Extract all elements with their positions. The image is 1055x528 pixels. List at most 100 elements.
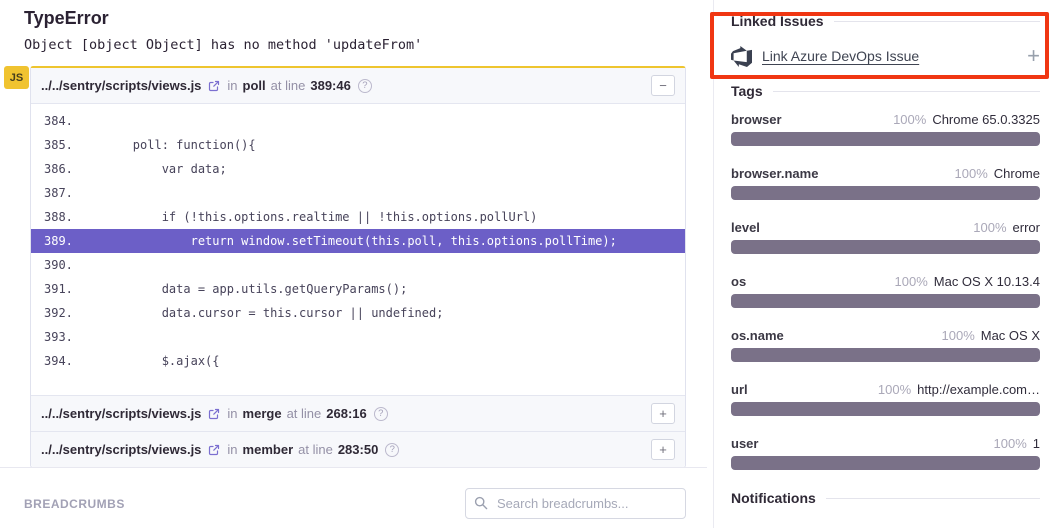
code-line: 386. var data; [31, 157, 685, 181]
frame-file-link[interactable]: ../../sentry/scripts/views.js [41, 442, 201, 457]
search-icon [474, 496, 488, 515]
tag-value: Mac OS X [981, 328, 1040, 343]
code-text: poll: function(){ [75, 133, 256, 157]
tag-value: Chrome 65.0.3325 [932, 112, 1040, 127]
tag-key: os [731, 274, 746, 289]
stack-frame-row[interactable]: ../../sentry/scripts/views.js in merge a… [31, 395, 685, 431]
frame-function: merge [243, 406, 282, 421]
sidebar: Linked Issues Link Azure DevOps Issue + … [731, 13, 1040, 506]
frame-in-label: in [227, 78, 237, 93]
breadcrumbs-section: BREADCRUMBS [24, 488, 686, 519]
collapsed-frames: ../../sentry/scripts/views.js in merge a… [31, 395, 685, 467]
tag-row: os.name 100%Mac OS X [731, 328, 1040, 343]
code-line: 390. [31, 253, 685, 277]
tag-stats: 100% 1 [994, 436, 1040, 451]
help-icon[interactable]: ? [358, 79, 372, 93]
tag-key: level [731, 220, 760, 235]
line-number: 389. [31, 229, 75, 253]
tags-list: browser 100%Chrome 65.0.3325 browser.nam… [731, 112, 1040, 470]
tag-stats: 100%Mac OS X [942, 328, 1041, 343]
azure-devops-icon [731, 46, 752, 67]
line-number: 387. [31, 181, 75, 205]
tag-value: Mac OS X 10.13.4 [934, 274, 1040, 289]
frame-in-label: in [227, 406, 237, 421]
tag-item: browser 100%Chrome 65.0.3325 [731, 112, 1040, 146]
code-text: $.ajax({ [75, 349, 220, 373]
stack-frame-row[interactable]: ../../sentry/scripts/views.js in member … [31, 431, 685, 467]
code-line: 384. [31, 109, 685, 133]
link-azure-devops-issue-link[interactable]: Link Azure DevOps Issue [762, 48, 919, 64]
expand-frame-button[interactable]: + [651, 439, 675, 460]
tag-key: url [731, 382, 748, 397]
code-text: data = app.utils.getQueryParams(); [75, 277, 407, 301]
section-divider [0, 467, 707, 468]
tag-stats: 100% error [973, 220, 1040, 235]
tag-stats: 100%Chrome 65.0.3325 [893, 112, 1040, 127]
external-link-icon[interactable] [208, 408, 220, 420]
external-link-icon[interactable] [208, 444, 220, 456]
tag-value: 1 [1033, 436, 1040, 451]
code-line: 385. poll: function(){ [31, 133, 685, 157]
stack-trace-panel: JS ../../sentry/scripts/views.js in poll… [30, 66, 686, 468]
tag-distribution-bar[interactable] [731, 294, 1040, 308]
line-number: 388. [31, 205, 75, 229]
code-line: 391. data = app.utils.getQueryParams(); [31, 277, 685, 301]
notifications-heading: Notifications [731, 490, 1040, 506]
tag-key: browser.name [731, 166, 818, 181]
tag-row: user 100%1 [731, 436, 1040, 451]
code-line: 387. [31, 181, 685, 205]
code-line: 394. $.ajax({ [31, 349, 685, 373]
tag-distribution-bar[interactable] [731, 132, 1040, 146]
help-icon[interactable]: ? [374, 407, 388, 421]
tag-item: url 100%http://example.com… [731, 382, 1040, 416]
tag-row: level 100% error [731, 220, 1040, 235]
tag-distribution-bar[interactable] [731, 348, 1040, 362]
tag-distribution-bar[interactable] [731, 402, 1040, 416]
line-number: 393. [31, 325, 75, 349]
code-text: return window.setTimeout(this.poll, this… [75, 229, 617, 253]
tag-distribution-bar[interactable] [731, 240, 1040, 254]
help-icon[interactable]: ? [385, 443, 399, 457]
tag-item: os 100% Mac OS X 10.13.4 [731, 274, 1040, 308]
heading-rule [773, 91, 1040, 92]
tag-percent: 100% [994, 436, 1027, 451]
tag-value: Chrome [994, 166, 1040, 181]
linked-issues-row: Link Azure DevOps Issue + [731, 44, 1040, 68]
error-message: Object [object Object] has no method 'up… [24, 37, 422, 53]
expand-frame-button[interactable]: + [651, 403, 675, 424]
tag-value: error [1013, 220, 1040, 235]
breadcrumbs-heading: BREADCRUMBS [24, 497, 125, 511]
line-number: 386. [31, 157, 75, 181]
frame-lineno: 283:50 [338, 442, 378, 457]
line-number: 391. [31, 277, 75, 301]
stack-frame-header[interactable]: ../../sentry/scripts/views.js in poll at… [31, 68, 685, 104]
tag-item: level 100% error [731, 220, 1040, 254]
tag-row: os 100% Mac OS X 10.13.4 [731, 274, 1040, 289]
line-number: 392. [31, 301, 75, 325]
frame-at-label: at line [271, 78, 306, 93]
tag-distribution-bar[interactable] [731, 186, 1040, 200]
tag-stats: 100% Mac OS X 10.13.4 [895, 274, 1040, 289]
tag-percent: 100% [895, 274, 928, 289]
external-link-icon[interactable] [208, 80, 220, 92]
tags-title: Tags [731, 83, 763, 99]
breadcrumbs-search [465, 488, 686, 519]
frame-file-link[interactable]: ../../sentry/scripts/views.js [41, 406, 201, 421]
frame-lineno: 268:16 [326, 406, 366, 421]
code-line: 388. if (!this.options.realtime || !this… [31, 205, 685, 229]
tag-distribution-bar[interactable] [731, 456, 1040, 470]
tag-key: os.name [731, 328, 784, 343]
line-number: 385. [31, 133, 75, 157]
tag-percent: 100% [878, 382, 911, 397]
collapse-frame-button[interactable]: − [651, 75, 675, 96]
line-number: 384. [31, 109, 75, 133]
code-line: 392. data.cursor = this.cursor || undefi… [31, 301, 685, 325]
tag-percent: 100% [973, 220, 1006, 235]
add-linked-issue-button[interactable]: + [1027, 45, 1040, 67]
code-text: if (!this.options.realtime || !this.opti… [75, 205, 537, 229]
frame-file-link[interactable]: ../../sentry/scripts/views.js [41, 78, 201, 93]
tag-stats: 100% Chrome [955, 166, 1041, 181]
search-breadcrumbs-input[interactable] [465, 488, 686, 519]
tag-percent: 100% [955, 166, 988, 181]
frame-function: member [243, 442, 294, 457]
